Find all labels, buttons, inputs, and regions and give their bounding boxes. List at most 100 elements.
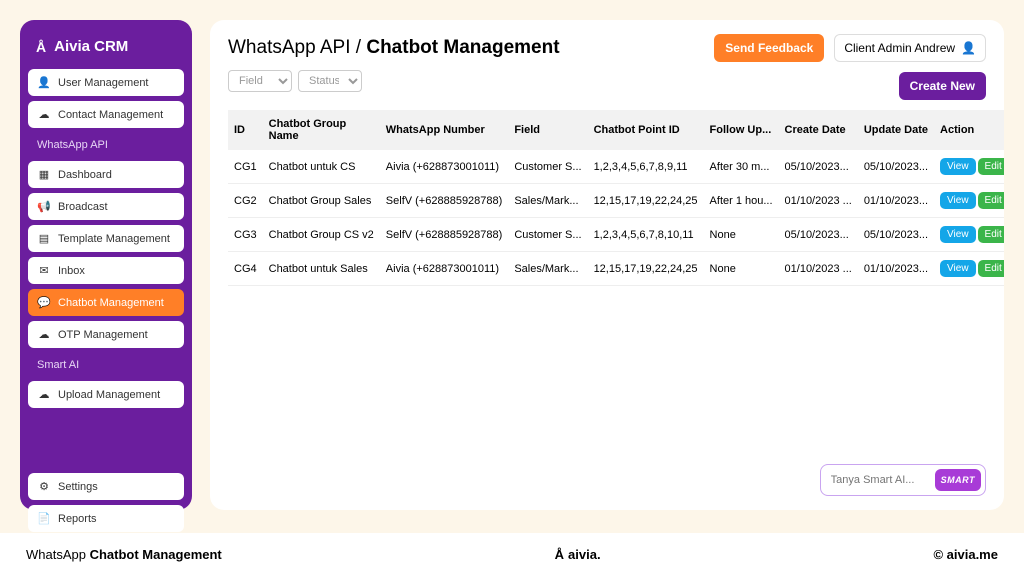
table-header-row: ID Chatbot Group Name WhatsApp Number Fi…: [228, 110, 1004, 150]
sidebar-item-dashboard[interactable]: ▦ Dashboard: [28, 161, 184, 188]
sidebar-item-settings[interactable]: ⚙ Settings: [28, 473, 184, 500]
cell-field: Customer S...: [508, 218, 587, 252]
cell-id: CG2: [228, 184, 263, 218]
filter-status[interactable]: Status: [298, 70, 362, 92]
nav-label: Template Management: [58, 233, 170, 245]
send-feedback-button[interactable]: Send Feedback: [714, 34, 824, 62]
cell-create: 01/10/2023 ...: [779, 252, 858, 286]
chatbot-table: ID Chatbot Group Name WhatsApp Number Fi…: [228, 110, 1004, 286]
main-header: WhatsApp API / Chatbot Management Send F…: [228, 34, 986, 62]
cell-name: Chatbot untuk Sales: [263, 252, 380, 286]
sidebar-header-smartai: Smart AI: [28, 353, 184, 377]
cell-id: CG1: [228, 150, 263, 184]
col-name: Chatbot Group Name: [263, 110, 380, 150]
nav-label: Chatbot Management: [58, 297, 164, 309]
filter-field[interactable]: Field: [228, 70, 292, 92]
view-button[interactable]: View: [940, 260, 976, 277]
sidebar-item-broadcast[interactable]: 📢Broadcast: [28, 193, 184, 220]
template-icon: ▤: [37, 232, 51, 245]
cell-wa: SelfV (+628885928788): [380, 218, 509, 252]
footer-left: WhatsApp Chatbot Management: [26, 547, 222, 562]
header-right: Send Feedback Client Admin Andrew👤: [714, 34, 986, 62]
cloud-icon: ☁: [37, 108, 51, 121]
nav-label: Inbox: [58, 265, 85, 277]
cell-wa: Aivia (+628873001011): [380, 252, 509, 286]
nav-label: Contact Management: [58, 109, 163, 121]
gear-icon: ⚙: [37, 480, 51, 493]
cell-action: ViewEditDeletePublish: [934, 218, 1004, 252]
sidebar-item-template-management[interactable]: ▤ Template Management: [28, 225, 184, 252]
nav-label: Broadcast: [58, 201, 108, 213]
create-new-button[interactable]: Create New: [899, 72, 986, 100]
table-row: CG3Chatbot Group CS v2SelfV (+6288859287…: [228, 218, 1004, 252]
cell-follow: After 30 m...: [704, 150, 779, 184]
breadcrumb-parent: WhatsApp API: [228, 37, 351, 58]
footer-right: © aivia.me: [933, 547, 998, 562]
edit-button[interactable]: Edit: [978, 260, 1004, 277]
cell-name: Chatbot Group Sales: [263, 184, 380, 218]
table-row: CG4Chatbot untuk SalesAivia (+6288730010…: [228, 252, 1004, 286]
brand: Å Aivia CRM: [28, 30, 184, 69]
cell-id: CG3: [228, 218, 263, 252]
cell-name: Chatbot untuk CS: [263, 150, 380, 184]
nav-label: Smart AI: [37, 359, 79, 371]
nav-label: Reports: [58, 513, 97, 525]
sidebar-item-otp-management[interactable]: ☁OTP Management: [28, 321, 184, 348]
smart-ai-input[interactable]: [831, 474, 931, 486]
cell-follow: After 1 hou...: [704, 184, 779, 218]
cell-field: Sales/Mark...: [508, 252, 587, 286]
nav-label: Dashboard: [58, 169, 112, 181]
edit-button[interactable]: Edit: [978, 192, 1004, 209]
upload-icon: ☁: [37, 388, 51, 401]
sidebar-item-reports[interactable]: 📄 Reports: [28, 505, 184, 532]
col-action: Action: [934, 110, 1004, 150]
cell-follow: None: [704, 252, 779, 286]
cell-update: 01/10/2023...: [858, 184, 934, 218]
cell-update: 01/10/2023...: [858, 252, 934, 286]
view-button[interactable]: View: [940, 192, 976, 209]
col-update: Update Date: [858, 110, 934, 150]
report-icon: 📄: [37, 512, 51, 525]
nav-label: Settings: [58, 481, 98, 493]
col-field: Field: [508, 110, 587, 150]
sidebar-item-upload-management[interactable]: ☁Upload Management: [28, 381, 184, 408]
sidebar-item-inbox[interactable]: ✉ Inbox: [28, 257, 184, 284]
smart-ai-button[interactable]: SMART: [935, 469, 981, 491]
cell-point: 1,2,3,4,5,6,7,8,9,11: [588, 150, 704, 184]
cell-point: 1,2,3,4,5,6,7,8,10,11: [588, 218, 704, 252]
col-point: Chatbot Point ID: [588, 110, 704, 150]
cell-name: Chatbot Group CS v2: [263, 218, 380, 252]
nav-label: User Management: [58, 77, 149, 89]
sidebar-item-user-management[interactable]: 👤 User Management: [28, 69, 184, 96]
col-follow: Follow Up...: [704, 110, 779, 150]
user-menu[interactable]: Client Admin Andrew👤: [834, 34, 986, 62]
col-create: Create Date: [779, 110, 858, 150]
inbox-icon: ✉: [37, 264, 51, 277]
logo-icon: Å: [555, 547, 564, 562]
cell-create: 05/10/2023...: [779, 150, 858, 184]
edit-button[interactable]: Edit: [978, 226, 1004, 243]
cell-field: Customer S...: [508, 150, 587, 184]
main-panel: WhatsApp API / Chatbot Management Send F…: [210, 20, 1004, 510]
smart-ai-box: SMART: [820, 464, 986, 496]
sidebar-item-chatbot-management[interactable]: 💬Chatbot Management: [28, 289, 184, 316]
view-button[interactable]: View: [940, 158, 976, 175]
page-footer: WhatsApp Chatbot Management Åaivia. © ai…: [0, 533, 1024, 576]
logo-icon: Å: [36, 39, 46, 55]
nav-label: WhatsApp API: [37, 139, 108, 151]
table-row: CG1Chatbot untuk CSAivia (+628873001011)…: [228, 150, 1004, 184]
cell-action: ViewEditDeletePublish: [934, 252, 1004, 286]
table-row: CG2Chatbot Group SalesSelfV (+6288859287…: [228, 184, 1004, 218]
user-icon: 👤: [961, 41, 976, 55]
dashboard-icon: ▦: [37, 168, 51, 181]
cell-wa: SelfV (+628885928788): [380, 184, 509, 218]
cell-create: 01/10/2023 ...: [779, 184, 858, 218]
view-button[interactable]: View: [940, 226, 976, 243]
edit-button[interactable]: Edit: [978, 158, 1004, 175]
user-icon: 👤: [37, 76, 51, 89]
cell-follow: None: [704, 218, 779, 252]
col-wa: WhatsApp Number: [380, 110, 509, 150]
cell-field: Sales/Mark...: [508, 184, 587, 218]
sidebar-item-contact-management[interactable]: ☁ Contact Management: [28, 101, 184, 128]
sidebar-header-whatsapp: WhatsApp API: [28, 133, 184, 157]
